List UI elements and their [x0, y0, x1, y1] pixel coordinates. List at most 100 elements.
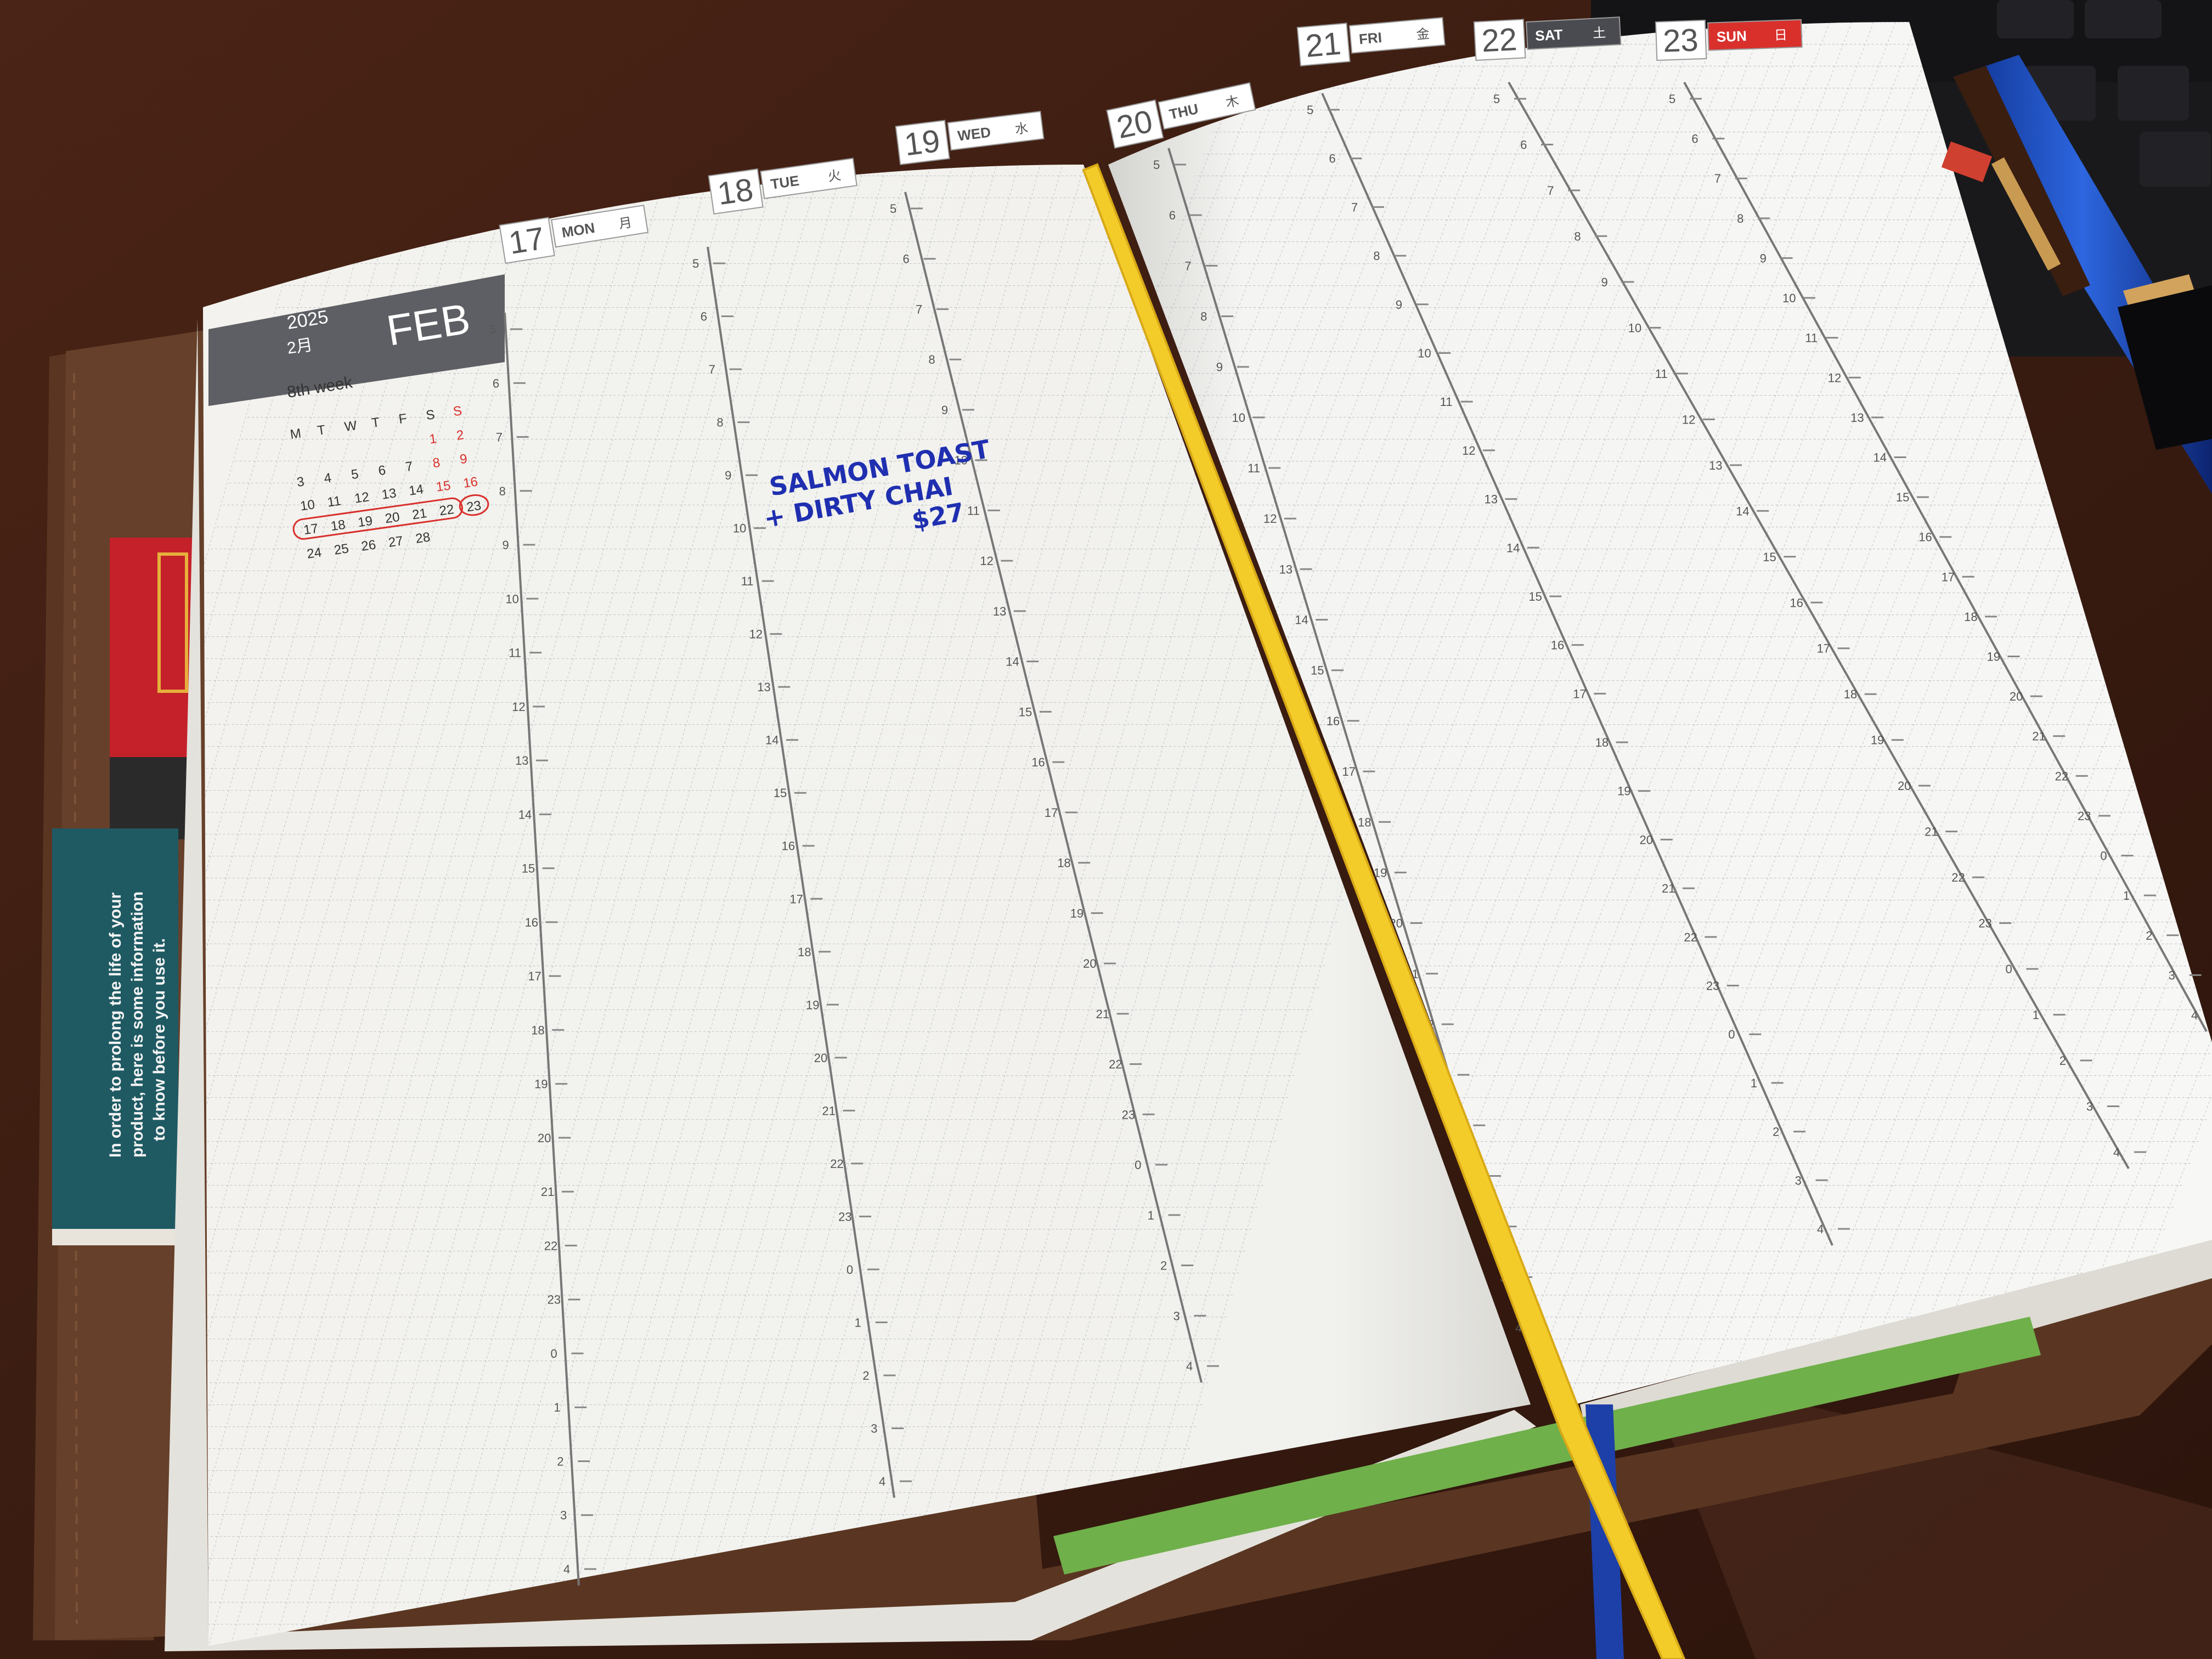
hour-label: 17 — [1942, 570, 1955, 584]
care-card-line2: product, here is some information — [128, 891, 146, 1158]
hour-label: 15 — [774, 786, 787, 800]
hour-label: 22 — [1109, 1058, 1122, 1071]
hour-label: 2 — [2059, 1054, 2066, 1068]
hour-label: 3 — [1173, 1309, 1180, 1323]
hour-label: 15 — [1528, 590, 1542, 603]
hour-label: 18 — [1057, 856, 1070, 870]
hour-label: 5 — [1153, 158, 1160, 172]
hour-label: 21 — [1096, 1007, 1109, 1021]
mini-cal-day: 24 — [306, 545, 323, 561]
hour-label: 20 — [2010, 690, 2023, 703]
hour-label: 23 — [2078, 809, 2091, 823]
hour-label: 7 — [916, 302, 922, 316]
hour-label: 17 — [528, 969, 541, 983]
hour-label: 14 — [518, 808, 532, 821]
hour-label: 18 — [1595, 736, 1609, 749]
hour-label: 19 — [1871, 733, 1884, 747]
day-kanji: 火 — [827, 168, 842, 184]
hour-label: 20 — [538, 1131, 551, 1145]
mini-cal-day: 16 — [462, 474, 479, 490]
hour-label: 9 — [1396, 298, 1402, 312]
hour-label: 10 — [1628, 321, 1641, 335]
hour-label: 2 — [557, 1454, 563, 1468]
hour-label: 17 — [1817, 642, 1830, 656]
mini-cal-day: 17 — [303, 521, 319, 538]
hour-label: 0 — [551, 1347, 557, 1361]
care-card-line3: to know before you use it. — [150, 938, 168, 1141]
hour-label: 8 — [716, 416, 723, 430]
hour-label: 20 — [1083, 957, 1096, 970]
hour-label: 10 — [733, 522, 746, 535]
hour-label: 9 — [1216, 360, 1223, 374]
hour-label: 13 — [1484, 493, 1497, 506]
hour-label: 7 — [496, 431, 503, 444]
hour-label: 21 — [822, 1104, 836, 1118]
hour-label: 5 — [692, 257, 699, 270]
hour-label: 1 — [554, 1401, 560, 1414]
hour-label: 11 — [1248, 461, 1260, 475]
day-of-week: SAT — [1535, 26, 1564, 44]
hour-label: 21 — [541, 1185, 554, 1199]
hour-label: 17 — [1342, 765, 1355, 778]
hour-label: 23 — [838, 1210, 851, 1223]
hour-label: 23 — [1978, 917, 1991, 930]
hour-label: 21 — [2032, 730, 2045, 743]
care-card: In order to prolong the life of your pro… — [52, 828, 178, 1245]
hour-label: 9 — [941, 403, 948, 417]
mini-cal-day: 15 — [435, 478, 452, 494]
hour-label: 19 — [1987, 650, 2000, 664]
hour-label: 3 — [560, 1509, 567, 1522]
hour-label: 13 — [757, 680, 770, 694]
hour-label: 9 — [725, 469, 731, 482]
hour-label: 3 — [2169, 968, 2175, 982]
hour-label: 5 — [1493, 92, 1500, 106]
hour-label: 20 — [1898, 779, 1911, 793]
hour-label: 3 — [871, 1421, 877, 1435]
hour-label: 13 — [1279, 562, 1293, 576]
hour-label: 6 — [1691, 132, 1698, 146]
hour-label: 7 — [1547, 184, 1554, 198]
hour-label: 14 — [1874, 450, 1887, 464]
hour-label: 16 — [782, 839, 795, 853]
hour-label: 4 — [1186, 1359, 1193, 1373]
hour-label: 8 — [499, 484, 506, 498]
hour-label: 10 — [1232, 411, 1245, 425]
hour-label: 2 — [2146, 929, 2152, 943]
hour-label: 12 — [1828, 371, 1841, 385]
mini-cal-weekday: M — [289, 426, 302, 442]
hour-label: 11 — [967, 504, 980, 517]
hour-label: 22 — [1684, 930, 1697, 944]
hour-label: 21 — [1662, 882, 1675, 895]
hour-label: 14 — [1506, 541, 1520, 555]
hour-label: 12 — [1263, 512, 1277, 526]
hour-label: 1 — [2123, 889, 2130, 902]
hour-label: 8 — [1574, 229, 1581, 243]
hour-label: 22 — [1951, 871, 1965, 884]
hour-label: 11 — [741, 574, 754, 588]
day-number: 21 — [1304, 26, 1342, 64]
hour-label: 2 — [1160, 1259, 1167, 1273]
hour-label: 5 — [489, 323, 496, 336]
hour-label: 5 — [1669, 92, 1675, 106]
hour-label: 12 — [1462, 444, 1475, 458]
hour-label: 12 — [980, 554, 993, 568]
hour-label: 10 — [505, 592, 518, 606]
hour-label: 7 — [709, 363, 715, 376]
hour-label: 11 — [509, 646, 521, 660]
hour-label: 9 — [502, 538, 509, 552]
mini-cal-day: 26 — [360, 537, 377, 554]
hour-label: 0 — [2005, 962, 2012, 976]
day-kanji: 金 — [1416, 26, 1430, 42]
hour-label: 14 — [1006, 655, 1019, 669]
hour-label: 6 — [701, 310, 707, 324]
hour-label: 5 — [1307, 103, 1313, 117]
hour-label: 1 — [1148, 1209, 1154, 1222]
hour-label: 15 — [522, 862, 535, 876]
hour-label: 3 — [2086, 1100, 2093, 1114]
hour-label: 4 — [563, 1562, 570, 1576]
hour-label: 22 — [2055, 769, 2068, 783]
hour-label: 11 — [1440, 395, 1453, 409]
mini-cal-day: 18 — [330, 517, 346, 534]
hour-label: 18 — [531, 1023, 544, 1037]
hour-label: 2 — [862, 1369, 869, 1383]
